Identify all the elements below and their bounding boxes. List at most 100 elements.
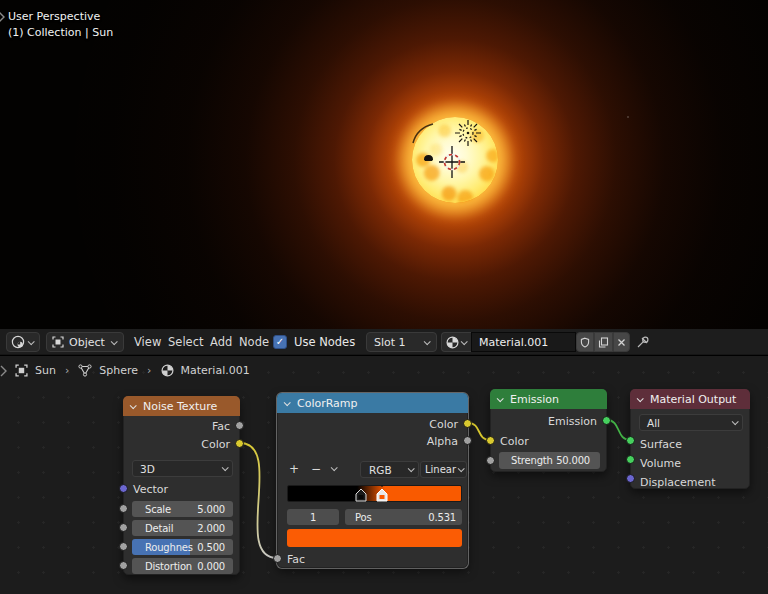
shader-editor-icon (11, 335, 25, 349)
ramp-stop-0[interactable] (356, 489, 366, 501)
input-color: Color (491, 433, 606, 449)
input-surface: Surface (631, 436, 749, 452)
3d-cursor (439, 146, 465, 178)
node-noise-texture[interactable]: Noise Texture Fac Color 3D Vector Scale5… (123, 396, 240, 575)
object-icon (52, 336, 64, 348)
node-title: ColorRamp (297, 397, 358, 410)
socket-alpha-output[interactable] (463, 436, 472, 445)
socket-emission-output[interactable] (602, 416, 611, 425)
scale-field[interactable]: Scale5.000 (132, 501, 233, 517)
add-stop-button[interactable]: + (287, 461, 301, 477)
node-header-colorramp[interactable]: ColorRamp (277, 393, 468, 413)
socket-color-output[interactable] (463, 419, 472, 428)
dimensions-dropdown[interactable]: 3D (132, 460, 233, 477)
node-title: Material Output (650, 393, 736, 406)
collapse-chevron-icon[interactable] (284, 399, 291, 406)
target-dropdown[interactable]: All (639, 414, 743, 431)
copy-icon (598, 337, 609, 348)
mesh-icon (78, 364, 92, 377)
node-title: Noise Texture (143, 400, 217, 413)
pin-icon[interactable] (636, 335, 650, 349)
distortion-field[interactable]: Distortion0.000 (132, 558, 233, 574)
view-name-label: User Perspective (8, 9, 113, 25)
output-fac: Fac (124, 418, 239, 434)
collapse-chevron-icon[interactable] (130, 402, 137, 409)
remove-stop-button[interactable]: − (309, 461, 323, 477)
socket-detail-input[interactable] (119, 523, 128, 532)
socket-volume-input[interactable] (626, 455, 635, 464)
roughness-field[interactable]: Roughnes0.500 (132, 539, 233, 555)
input-displacement: Displacement (631, 474, 749, 490)
breadcrumb-mesh: Sphere (99, 364, 138, 377)
color-mode-dropdown[interactable]: RGB (360, 461, 419, 478)
breadcrumb-collapse-icon[interactable] (0, 364, 8, 378)
3d-viewport[interactable]: User Perspective (1) Collection | Sun (0, 0, 768, 329)
node-header-noise-texture[interactable]: Noise Texture (123, 396, 240, 416)
stop-color-swatch[interactable] (287, 529, 462, 547)
socket-color-input[interactable] (486, 436, 495, 445)
node-colorramp[interactable]: ColorRamp Color Alpha + − RGB Linear (277, 393, 468, 568)
sphere-edge-mark (413, 124, 433, 143)
material-icon (161, 364, 174, 377)
menu-node[interactable]: Node (233, 329, 275, 355)
fake-user-button[interactable] (576, 332, 594, 352)
input-fac: Fac (278, 551, 467, 567)
node-emission[interactable]: Emission Emission Color Strength50.000 (490, 389, 607, 472)
node-header-material-output[interactable]: Material Output (630, 389, 750, 409)
close-icon (617, 338, 626, 347)
use-nodes-checkbox[interactable]: ✓ Use Nodes (273, 329, 355, 355)
slot-dropdown[interactable]: Slot 1 (366, 332, 437, 352)
detail-field[interactable]: Detail2.000 (132, 520, 233, 536)
socket-fac-input[interactable] (273, 554, 282, 563)
input-vector: Vector (124, 481, 239, 497)
colorramp-stops[interactable] (287, 480, 462, 506)
light-icon[interactable] (424, 155, 433, 161)
new-material-button[interactable] (594, 332, 613, 352)
node-title: Emission (510, 393, 559, 406)
ramp-options-dropdown[interactable] (331, 464, 338, 471)
material-browse-dropdown[interactable] (441, 332, 471, 352)
socket-surface-input[interactable] (626, 436, 635, 445)
unlink-material-button[interactable] (613, 332, 630, 352)
socket-displacement-input[interactable] (626, 474, 635, 483)
checkbox-checked-icon: ✓ (273, 335, 287, 349)
breadcrumb-separator: › (65, 364, 69, 377)
stop-index-field[interactable]: 1 (287, 509, 339, 525)
ramp-stop-1-selected[interactable] (377, 489, 387, 501)
breadcrumb-object: Sun (35, 364, 56, 377)
shader-type-dropdown[interactable]: Object (46, 332, 124, 352)
sun-lamp-gizmo[interactable] (455, 120, 481, 146)
node-editor[interactable]: Sun › Sphere › Material.001 (0, 356, 768, 594)
material-name-field[interactable]: Material.001 (471, 332, 576, 352)
viewport-gizmos (0, 0, 768, 329)
menu-select[interactable]: Select (162, 329, 209, 355)
interpolation-dropdown[interactable]: Linear (420, 461, 467, 478)
collapse-chevron-icon[interactable] (497, 395, 504, 402)
socket-distortion-input[interactable] (119, 561, 128, 570)
blender-window: User Perspective (1) Collection | Sun Ob… (0, 0, 768, 594)
collection-object-label: (1) Collection | Sun (8, 25, 113, 41)
socket-roughness-input[interactable] (119, 542, 128, 551)
socket-color-output[interactable] (235, 439, 244, 448)
socket-scale-input[interactable] (119, 504, 128, 513)
node-header-emission[interactable]: Emission (490, 389, 607, 409)
breadcrumb-separator: › (147, 364, 151, 377)
shader-type-label: Object (69, 336, 111, 349)
collapse-chevron-icon[interactable] (637, 395, 644, 402)
stop-position-field[interactable]: Pos0.531 (345, 509, 462, 525)
socket-vector-input[interactable] (119, 484, 128, 493)
collapse-arrow-icon[interactable] (0, 12, 4, 22)
breadcrumb-material: Material.001 (181, 364, 250, 377)
socket-fac-output[interactable] (235, 421, 244, 430)
material-icon (446, 336, 459, 349)
socket-strength-input[interactable] (486, 456, 495, 465)
node-material-output[interactable]: Material Output All Surface Volume Displ… (630, 389, 750, 489)
output-color: Color (278, 416, 467, 432)
strength-field[interactable]: Strength50.000 (499, 452, 600, 469)
output-emission: Emission (491, 413, 606, 429)
editor-type-dropdown[interactable] (6, 332, 40, 352)
slot-label: Slot 1 (374, 336, 424, 349)
link-noise-to-ramp (240, 443, 277, 558)
output-color: Color (124, 436, 239, 452)
shader-editor-header: Object View Select Add Node ✓ Use Nodes … (0, 329, 768, 355)
